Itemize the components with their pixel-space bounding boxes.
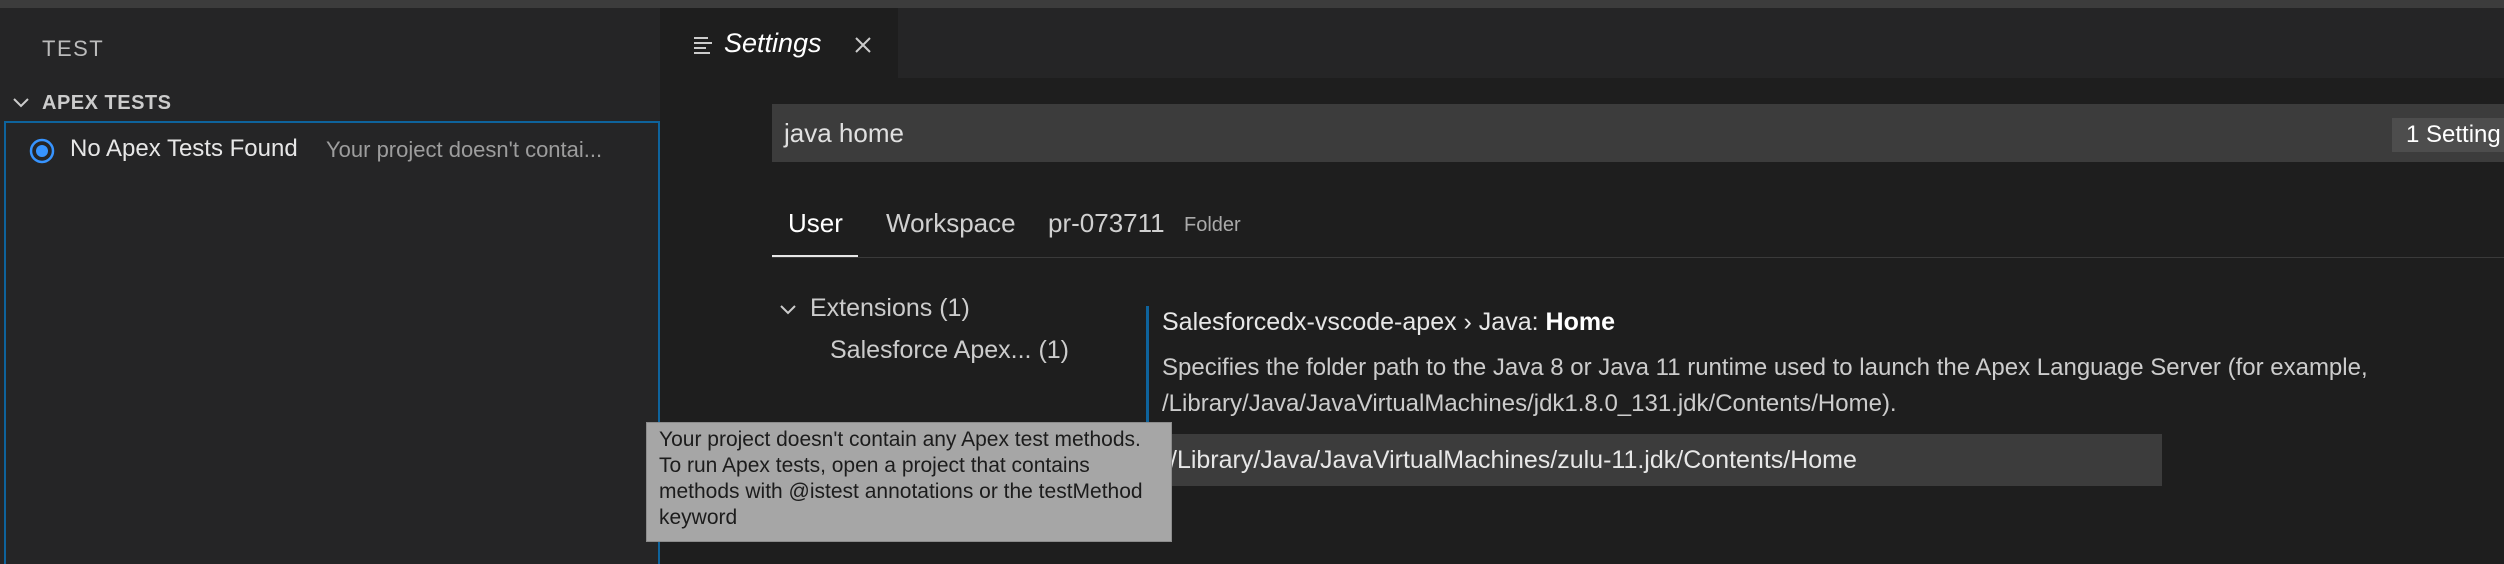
apex-tests-section-header[interactable]: APEX TESTS: [0, 84, 660, 120]
setting-description: Specifies the folder path to the Java 8 …: [1162, 354, 2368, 417]
tab-label: Settings: [724, 28, 822, 58]
tree-item-no-tests[interactable]: No Apex Tests Found Your project doesn't…: [6, 131, 656, 167]
setting-title-name: Home: [1545, 308, 1615, 336]
tab-workspace[interactable]: Workspace: [886, 208, 1016, 239]
search-value: java home: [784, 118, 904, 148]
radio-icon: [29, 138, 55, 164]
settings-list-icon: [694, 37, 712, 54]
java-home-value: /Library/Java/JavaVirtualMachines/zulu-1…: [1170, 446, 1857, 474]
sidebar-title: TEST: [42, 36, 105, 61]
tree-item-description: Your project doesn't contai...: [326, 137, 603, 162]
settings-scope-tabs: User Workspace pr-073711 Folder: [772, 198, 2504, 258]
title-bar-strip: [0, 0, 2504, 8]
tab-folder[interactable]: pr-073711: [1048, 208, 1165, 239]
settings-search-input[interactable]: java home: [772, 104, 2504, 162]
chevron-down-icon: [13, 98, 29, 108]
folder-hint: Folder: [1184, 214, 1241, 236]
toc-item-salesforce-apex[interactable]: Salesforce Apex... (1): [830, 336, 1069, 365]
test-sidebar: TEST APEX TESTS No Apex Tests Found Your…: [0, 8, 660, 564]
tooltip: Your project doesn't contain any Apex te…: [646, 422, 1172, 542]
setting-title-prefix: Salesforcedx-vscode-apex › Java:: [1162, 308, 1546, 336]
tab-user[interactable]: User: [788, 208, 843, 239]
java-home-input[interactable]: /Library/Java/JavaVirtualMachines/zulu-1…: [1162, 434, 2162, 486]
setting-title: Salesforcedx-vscode-apex › Java: Home: [1162, 308, 1615, 337]
close-icon[interactable]: [852, 34, 874, 56]
apex-tests-tree: No Apex Tests Found Your project doesn't…: [4, 121, 660, 564]
tree-item-name: No Apex Tests Found: [70, 135, 298, 162]
vscode-window: TEST APEX TESTS No Apex Tests Found Your…: [0, 0, 2504, 564]
tab-settings[interactable]: Settings: [660, 8, 898, 78]
results-count-badge: 1 Setting: [2392, 118, 2504, 152]
section-label: APEX TESTS: [42, 92, 172, 114]
tab-bar: Settings: [660, 8, 2504, 78]
chevron-down-icon: [780, 305, 796, 315]
toc-group-label: Extensions (1): [810, 294, 970, 322]
